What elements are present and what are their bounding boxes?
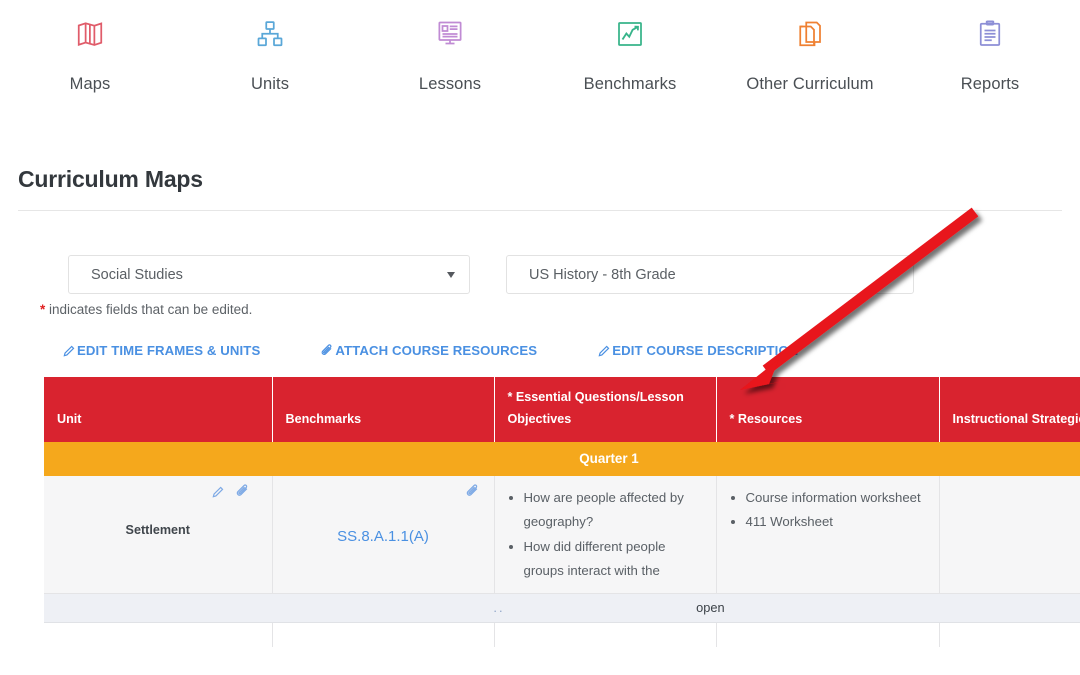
list-item: 411 Worksheet	[746, 510, 927, 534]
column-header-resources: * Resources	[716, 377, 939, 442]
benchmarks-cell: SS.8.A.1.1(A)	[272, 476, 494, 593]
column-header-instructional-strategies: Instructional Strategies	[939, 377, 1080, 442]
page-title: Curriculum Maps	[18, 166, 1080, 193]
next-row-cell	[716, 622, 939, 647]
nav-label: Lessons	[419, 75, 481, 94]
nav-item-other-curriculum[interactable]: Other Curriculum	[720, 14, 900, 94]
expand-label[interactable]: open	[696, 600, 724, 615]
expand-row-content[interactable]: .. open	[44, 593, 1080, 622]
unit-cell-actions	[56, 484, 260, 502]
sitemap-icon	[255, 14, 285, 54]
unit-cell: Settlement	[44, 476, 272, 593]
chevron-down-icon	[891, 272, 899, 278]
column-header-benchmarks: Benchmarks	[272, 377, 494, 442]
clipboard-icon	[975, 14, 1005, 54]
editable-fields-note: * indicates fields that can be edited.	[40, 302, 1080, 317]
action-links: EDIT TIME FRAMES & UNITS ATTACH COURSE R…	[0, 343, 1080, 358]
column-header-essential-questions: * Essential Questions/Lesson Objectives	[494, 377, 716, 442]
presentation-icon	[435, 14, 465, 54]
nav-item-reports[interactable]: Reports	[900, 14, 1080, 94]
subject-select[interactable]: Social Studies	[68, 255, 470, 294]
next-row-cell	[494, 622, 716, 647]
expand-row[interactable]: .. open	[44, 593, 1080, 622]
nav-label: Other Curriculum	[746, 75, 873, 94]
essential-questions-list: How are people affected by geography? Ho…	[507, 486, 704, 583]
chevron-down-icon	[447, 272, 455, 278]
list-item: Course information worksheet	[746, 486, 927, 510]
filter-bar: Social Studies US History - 8th Grade	[0, 255, 1080, 294]
edit-course-description-link[interactable]: EDIT COURSE DESCRIPTION	[597, 343, 798, 358]
title-divider	[18, 210, 1062, 211]
unit-name: Settlement	[56, 523, 260, 537]
paperclip-icon[interactable]	[235, 487, 250, 502]
nav-label: Units	[251, 75, 289, 94]
next-row-cell	[272, 622, 494, 647]
resources-list: Course information worksheet 411 Workshe…	[729, 486, 927, 534]
line-chart-icon	[615, 14, 645, 54]
edit-time-frames-and-units-link[interactable]: EDIT TIME FRAMES & UNITS	[62, 343, 260, 358]
instructional-strategies-cell	[939, 476, 1080, 593]
column-header-unit: Unit	[44, 377, 272, 442]
table-header-row: Unit Benchmarks * Essential Questions/Le…	[44, 377, 1080, 442]
quarter-band-row: Quarter 1	[44, 442, 1080, 476]
top-navigation: Maps Units Le	[0, 0, 1080, 104]
nav-label: Benchmarks	[584, 75, 677, 94]
paperclip-icon	[320, 344, 334, 358]
essential-questions-cell: How are people affected by geography? Ho…	[494, 476, 716, 593]
nav-item-benchmarks[interactable]: Benchmarks	[540, 14, 720, 94]
action-link-label: EDIT TIME FRAMES & UNITS	[77, 343, 260, 358]
quarter-label: Quarter 1	[44, 442, 1080, 476]
subject-select-value: Social Studies	[69, 267, 183, 283]
nav-label: Maps	[70, 75, 111, 94]
curriculum-map-table: Unit Benchmarks * Essential Questions/Le…	[44, 377, 1080, 647]
red-arrow-icon	[740, 212, 975, 390]
next-row-cell	[44, 622, 272, 647]
action-link-label: ATTACH COURSE RESOURCES	[335, 343, 537, 358]
curriculum-map-table-container: Unit Benchmarks * Essential Questions/Le…	[44, 377, 1080, 647]
pencil-icon[interactable]	[211, 487, 229, 502]
nav-item-units[interactable]: Units	[180, 14, 360, 94]
list-item: How are people affected by geography?	[524, 486, 704, 534]
nav-item-lessons[interactable]: Lessons	[360, 14, 540, 94]
list-item: How did different people groups interact…	[524, 535, 704, 583]
next-row-cell	[939, 622, 1080, 647]
nav-label: Reports	[961, 75, 1019, 94]
paperclip-icon[interactable]	[465, 487, 480, 502]
pencil-icon	[597, 344, 611, 358]
course-select[interactable]: US History - 8th Grade	[506, 255, 914, 294]
pencil-icon	[62, 344, 76, 358]
copy-pages-icon	[795, 14, 825, 54]
course-select-value: US History - 8th Grade	[507, 267, 676, 283]
attach-course-resources-link[interactable]: ATTACH COURSE RESOURCES	[320, 343, 537, 358]
resources-cell: Course information worksheet 411 Workshe…	[716, 476, 939, 593]
map-icon	[75, 14, 105, 54]
table-row: Settlement SS.8.A.1.1(A) How are p	[44, 476, 1080, 593]
action-link-label: EDIT COURSE DESCRIPTION	[612, 343, 798, 358]
next-row-partial	[44, 622, 1080, 647]
benchmarks-cell-actions	[285, 484, 482, 502]
editable-fields-note-text: indicates fields that can be edited.	[45, 302, 252, 317]
expand-dots: ..	[493, 600, 504, 615]
benchmark-code-link[interactable]: SS.8.A.1.1(A)	[285, 528, 482, 545]
nav-item-maps[interactable]: Maps	[0, 14, 180, 94]
